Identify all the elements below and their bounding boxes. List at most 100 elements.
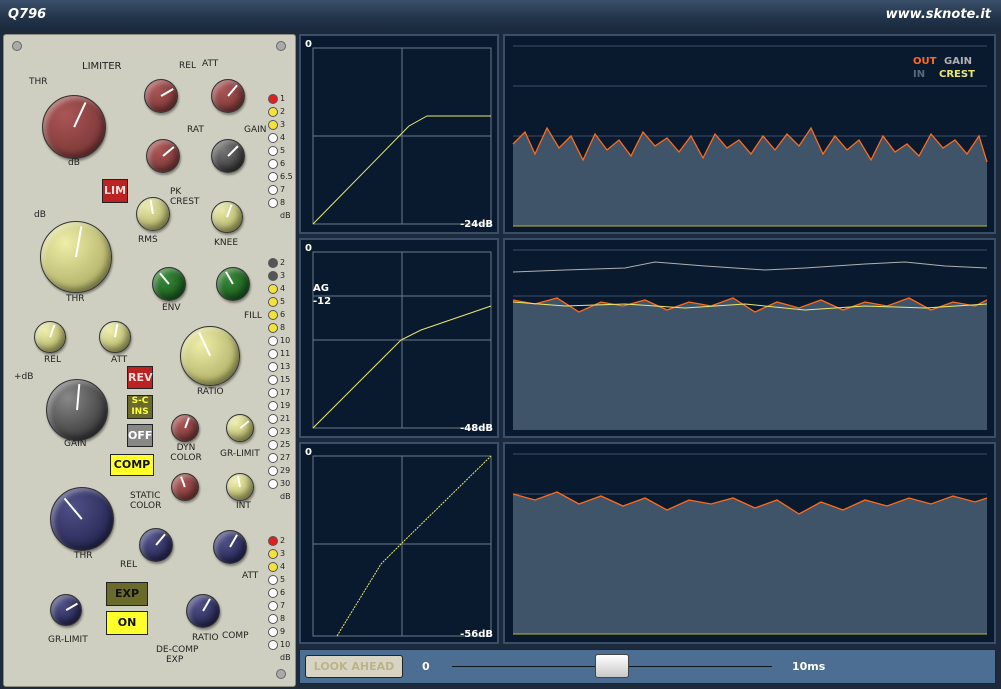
knee-knob[interactable] (211, 201, 243, 233)
comp-gr-limit-knob[interactable] (226, 414, 254, 442)
lookahead-max-label: 10ms (792, 660, 826, 673)
limiter-led (268, 198, 278, 208)
exp-led (268, 640, 278, 650)
exp-mode-label: EXP (166, 655, 184, 665)
limiter-led-label: 5 (280, 146, 286, 155)
lookahead-slider-thumb[interactable] (595, 654, 629, 678)
comp-led (268, 440, 278, 450)
limiter-led (268, 120, 278, 130)
exp-rel-label: REL (120, 560, 137, 570)
exp-threshold-knob[interactable] (50, 487, 114, 551)
exp-led-label: 7 (280, 601, 286, 610)
comp-led (268, 388, 278, 398)
website-link[interactable]: www.sknote.it (886, 7, 991, 22)
crest-knob[interactable] (136, 197, 170, 231)
limiter-threshold-knob[interactable] (42, 95, 106, 159)
comp-transfer-graph: 0 AG -12 -48dB (299, 238, 499, 438)
limiter-attack-knob[interactable] (211, 79, 245, 113)
exp-led-label: 6 (280, 588, 286, 597)
lookahead-min-label: 0 (422, 660, 430, 673)
comp-rel-label: REL (44, 355, 61, 365)
screw-icon (276, 669, 286, 679)
comp-gain-knob[interactable] (46, 379, 108, 441)
limiter-led (268, 159, 278, 169)
comp-led-label: 3 (280, 271, 286, 280)
comp-led (268, 479, 278, 489)
limiter-led (268, 133, 278, 143)
title-bar: Q796 www.sknote.it (0, 0, 1001, 30)
off-button[interactable]: OFF (127, 424, 153, 447)
exp-ratio-knob[interactable] (186, 594, 220, 628)
comp-led (268, 258, 278, 268)
comp-led (268, 336, 278, 346)
exp-led-unit: dB (280, 653, 291, 662)
comp-led (268, 297, 278, 307)
static-color-knob[interactable] (171, 473, 199, 501)
lookahead-bar: LOOK AHEAD 0 10ms (299, 649, 996, 684)
exp-led (268, 536, 278, 546)
comp-graph-bottom-label: -48dB (460, 423, 493, 434)
limiter-att-label: ATT (202, 59, 219, 69)
comp-threshold-knob[interactable] (40, 221, 112, 293)
exp-led-label: 9 (280, 627, 286, 636)
limiter-release-knob[interactable] (144, 79, 178, 113)
app-title: Q796 (8, 7, 47, 22)
comp-led-label: 19 (280, 401, 291, 410)
exp-led-label: 8 (280, 614, 286, 623)
comp-led-label: 8 (280, 323, 286, 332)
limiter-thr-label: THR (29, 77, 48, 87)
comp-attack-knob[interactable] (99, 321, 131, 353)
comp-led (268, 310, 278, 320)
rev-button[interactable]: REV (127, 366, 153, 389)
comp-button[interactable]: COMP (110, 454, 154, 476)
int-knob[interactable] (226, 473, 254, 501)
comp-led (268, 284, 278, 294)
limiter-gain-knob[interactable] (211, 139, 245, 173)
comp-led (268, 401, 278, 411)
crest-label: CREST (170, 197, 200, 207)
exp-release-knob[interactable] (139, 528, 173, 562)
comp-graph-top-label: 0 (305, 243, 312, 254)
limiter-led (268, 146, 278, 156)
comp-led-label: 10 (280, 336, 291, 345)
lookahead-slider-track[interactable] (452, 654, 772, 678)
limiter-graph-top-label: 0 (305, 39, 312, 50)
limiter-ratio-knob[interactable] (146, 139, 180, 173)
limiter-led-label: 6.5 (280, 172, 293, 181)
limiter-section-label: LIMITER (82, 61, 122, 72)
legend-crest: CREST (939, 69, 975, 80)
exp-gr-limit-knob[interactable] (50, 594, 82, 626)
exp-button[interactable]: EXP (106, 582, 148, 606)
exp-waveform-display (503, 442, 996, 644)
comp-release-knob[interactable] (34, 321, 66, 353)
on-button[interactable]: ON (106, 611, 148, 635)
ratio-knob[interactable] (180, 326, 240, 386)
comp-gain-unit: +dB (14, 372, 34, 382)
fill-label: FILL (244, 311, 262, 321)
dyn-color-knob[interactable] (171, 414, 199, 442)
comp-led-label: 23 (280, 427, 291, 436)
limiter-led-label: 8 (280, 198, 286, 207)
comp-waveform (512, 249, 988, 430)
limiter-transfer-graph: 0 -24dB (299, 34, 499, 234)
legend-gain: GAIN (944, 56, 973, 67)
env-label: ENV (162, 303, 181, 313)
exp-led (268, 549, 278, 559)
exp-attack-knob[interactable] (213, 530, 247, 564)
limiter-graph-bottom-label: -24dB (460, 219, 493, 230)
comp-led (268, 414, 278, 424)
exp-waveform (512, 453, 988, 635)
exp-ratio-label: RATIO (192, 633, 219, 643)
limiter-waveform-display: OUT GAIN IN CREST (503, 34, 996, 234)
comp-led-label: 11 (280, 349, 291, 358)
env-knob[interactable] (152, 267, 186, 301)
static-color-label: STATIC COLOR (130, 491, 162, 511)
legend-in: IN (913, 69, 926, 80)
fill-knob[interactable] (216, 267, 250, 301)
lim-button[interactable]: LIM (102, 179, 128, 203)
comp-led-label: 30 (280, 479, 291, 488)
look-ahead-button[interactable]: LOOK AHEAD (305, 655, 403, 678)
sc-ins-button[interactable]: S-C INS (127, 395, 153, 419)
comp-led-label: 13 (280, 362, 291, 371)
legend-out: OUT (913, 56, 937, 67)
